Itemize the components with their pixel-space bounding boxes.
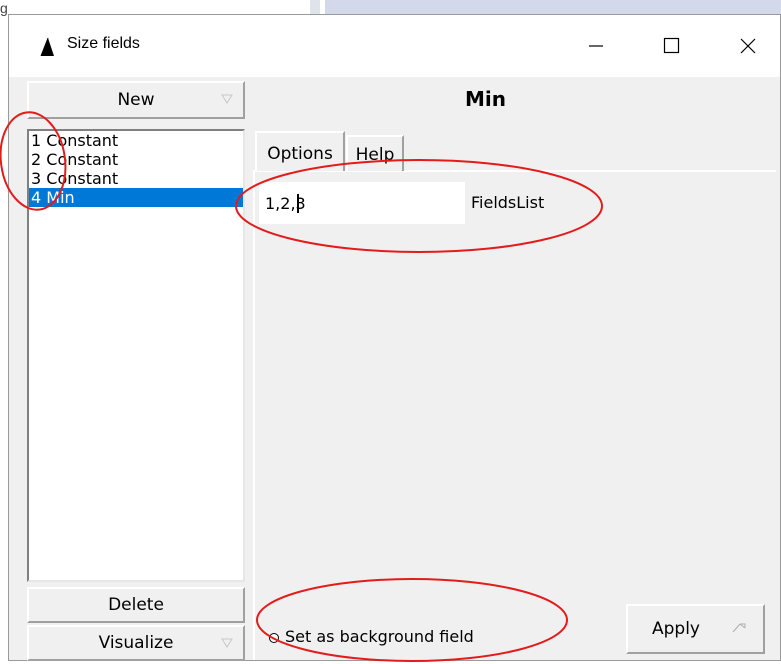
tab-options[interactable]: Options [255, 131, 345, 171]
text-caret [297, 194, 299, 213]
minimize-icon [589, 45, 603, 47]
menu-arrow-icon [732, 623, 746, 633]
list-item[interactable]: 2 Constant [29, 150, 243, 169]
list-item-selected[interactable]: 4 Min [29, 188, 243, 207]
background-field-label: Set as background field [285, 627, 474, 646]
maximize-button[interactable] [639, 15, 703, 77]
minimize-button[interactable] [563, 15, 627, 77]
client-area: New 1 Constant 2 Constant 3 Constant 4 M… [9, 77, 780, 661]
window-title: Size fields [67, 35, 140, 52]
visualize-button[interactable]: Visualize [27, 625, 245, 661]
close-icon [740, 38, 756, 54]
size-fields-window: Size fields New 1 Constant 2 Constant 3 … [8, 14, 781, 661]
radio-circle-icon [269, 633, 279, 643]
panel-title: Min [465, 87, 506, 111]
title-bar[interactable]: Size fields [9, 15, 780, 77]
tab-help[interactable]: Help [346, 135, 404, 171]
new-button-label: New [117, 90, 155, 110]
delete-button[interactable]: Delete [27, 587, 245, 623]
menu-arrow-icon [221, 638, 233, 648]
new-field-button[interactable]: New [27, 81, 245, 119]
list-item[interactable]: 1 Constant [29, 131, 243, 150]
menu-arrow-icon [221, 94, 233, 104]
close-button[interactable] [715, 15, 779, 77]
background-field-radio[interactable]: Set as background field [269, 627, 529, 651]
background-strip [310, 0, 320, 14]
sail-icon [40, 37, 54, 57]
apply-button[interactable]: Apply [626, 604, 765, 654]
visualize-button-label: Visualize [98, 633, 174, 653]
options-tab-panel [253, 170, 776, 660]
background-strip [325, 0, 781, 14]
delete-button-label: Delete [108, 595, 164, 615]
fields-listbox[interactable]: 1 Constant 2 Constant 3 Constant 4 Min [27, 129, 245, 582]
maximize-icon [663, 37, 680, 54]
apply-button-label: Apply [652, 619, 700, 639]
background-partial-text: g [0, 0, 8, 16]
fields-list-input[interactable] [259, 182, 465, 224]
list-item[interactable]: 3 Constant [29, 169, 243, 188]
fields-list-label: FieldsList [471, 193, 545, 212]
